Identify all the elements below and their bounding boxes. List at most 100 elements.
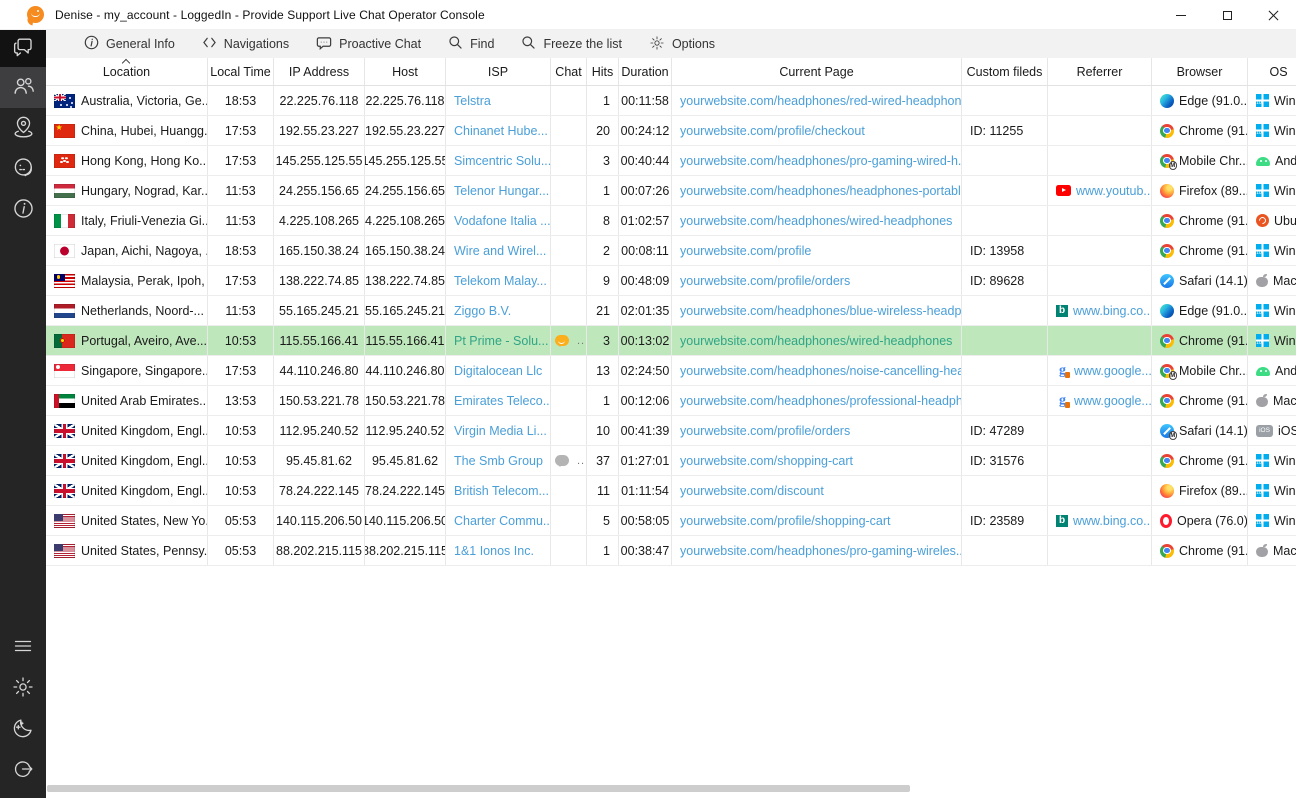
table-row[interactable]: Malaysia, Perak, Ipoh, ...17:53138.222.7… <box>46 266 1296 296</box>
current-page-link[interactable]: yourwebsite.com/headphones/noise-cancell… <box>680 364 962 378</box>
isp-link[interactable]: Wire and Wirel... <box>454 244 546 258</box>
toolbar-item-freeze-the-list[interactable]: Freeze the list <box>521 35 622 53</box>
column-header-current-page[interactable]: Current Page <box>672 58 962 85</box>
host-cell: 95.45.81.62 <box>365 446 446 475</box>
current-page-cell: yourwebsite.com/headphones/blue-wireless… <box>672 296 962 325</box>
ip-address-cell: 115.55.166.41 <box>274 326 365 355</box>
table-row[interactable]: Australia, Victoria, Ge...18:5322.225.76… <box>46 86 1296 116</box>
isp-link[interactable]: The Smb Group <box>454 454 543 468</box>
referrer-cell <box>1048 326 1152 355</box>
referrer-link[interactable]: www.bing.co... <box>1073 514 1152 528</box>
table-row[interactable]: United Kingdom, Engl...10:53112.95.240.5… <box>46 416 1296 446</box>
toolbar-item-options[interactable]: Options <box>649 35 715 54</box>
current-page-link[interactable]: yourwebsite.com/headphones/pro-gaming-wi… <box>680 544 962 558</box>
column-header-local-time[interactable]: Local Time <box>208 58 274 85</box>
sidebar-item-logout[interactable] <box>0 751 46 792</box>
column-header-browser[interactable]: Browser <box>1152 58 1248 85</box>
current-page-link[interactable]: yourwebsite.com/profile/orders <box>680 274 850 288</box>
isp-link[interactable]: Emirates Teleco... <box>454 394 551 408</box>
os-cell: Win <box>1248 116 1296 145</box>
table-row[interactable]: Portugal, Aveiro, Ave...10:53115.55.166.… <box>46 326 1296 356</box>
table-row[interactable]: Italy, Friuli-Venezia Gi...11:534.225.10… <box>46 206 1296 236</box>
table-row[interactable]: Netherlands, Noord-...11:5355.165.245.21… <box>46 296 1296 326</box>
current-page-link[interactable]: yourwebsite.com/shopping-cart <box>680 454 853 468</box>
current-page-link[interactable]: yourwebsite.com/profile/orders <box>680 424 850 438</box>
sidebar-item-geo-location[interactable] <box>0 108 46 149</box>
table-row[interactable]: Japan, Aichi, Nagoya, ...18:53165.150.38… <box>46 236 1296 266</box>
dark-mode-moon-icon <box>11 716 35 745</box>
sidebar-item-dark-mode-moon[interactable] <box>0 710 46 751</box>
toolbar-item-find[interactable]: Find <box>448 35 494 53</box>
current-page-link[interactable]: yourwebsite.com/headphones/wired-headpho… <box>680 334 952 348</box>
current-page-link[interactable]: yourwebsite.com/profile <box>680 244 811 258</box>
table-row[interactable]: Singapore, Singapore...17:5344.110.246.8… <box>46 356 1296 386</box>
toolbar-item-proactive-chat[interactable]: Proactive Chat <box>316 36 421 53</box>
isp-link[interactable]: 1&1 Ionos Inc. <box>454 544 534 558</box>
table-row[interactable]: China, Hubei, Huangg...17:53192.55.23.22… <box>46 116 1296 146</box>
current-page-link[interactable]: yourwebsite.com/headphones/wired-headpho… <box>680 214 952 228</box>
table-row[interactable]: United States, New Yo...05:53140.115.206… <box>46 506 1296 536</box>
column-header-hits[interactable]: Hits <box>587 58 619 85</box>
custom-fields-cell <box>962 296 1048 325</box>
current-page-link[interactable]: yourwebsite.com/headphones/professional-… <box>680 394 962 408</box>
isp-link[interactable]: Charter Commu... <box>454 514 551 528</box>
horizontal-scrollbar-thumb[interactable] <box>47 785 910 792</box>
current-page-link[interactable]: yourwebsite.com/profile/checkout <box>680 124 865 138</box>
column-header-chat[interactable]: Chat <box>551 58 587 85</box>
maximize-button[interactable] <box>1204 0 1250 30</box>
close-button[interactable] <box>1250 0 1296 30</box>
referrer-link[interactable]: www.bing.co... <box>1073 304 1152 318</box>
current-page-link[interactable]: yourwebsite.com/profile/shopping-cart <box>680 514 891 528</box>
minimize-button[interactable] <box>1158 0 1204 30</box>
table-row[interactable]: Hungary, Nograd, Kar...11:5324.255.156.6… <box>46 176 1296 206</box>
sidebar-item-operator[interactable] <box>0 149 46 190</box>
host-cell: 22.225.76.118 <box>365 86 446 115</box>
toolbar-item-general-info[interactable]: General Info <box>84 35 175 53</box>
referrer-link[interactable]: www.google... <box>1074 394 1152 408</box>
firefox-browser-icon <box>1160 484 1174 498</box>
column-header-isp[interactable]: ISP <box>446 58 551 85</box>
isp-link[interactable]: Chinanet Hube... <box>454 124 548 138</box>
table-row[interactable]: Hong Kong, Hong Ko...17:53145.255.125.55… <box>46 146 1296 176</box>
isp-link[interactable]: Digitalocean Llc <box>454 364 542 378</box>
column-header-location[interactable]: Location <box>46 58 208 85</box>
column-header-referrer[interactable]: Referrer <box>1048 58 1152 85</box>
title-bar: Denise - my_account - LoggedIn - Provide… <box>0 0 1296 30</box>
isp-link[interactable]: British Telecom... <box>454 484 549 498</box>
table-row[interactable]: United Kingdom, Engl...10:5378.24.222.14… <box>46 476 1296 506</box>
sidebar-item-info[interactable] <box>0 190 46 231</box>
table-row[interactable]: United States, Pennsy...05:5388.202.215.… <box>46 536 1296 566</box>
current-page-link[interactable]: yourwebsite.com/headphones/pro-gaming-wi… <box>680 154 962 168</box>
table-row[interactable]: United Arab Emirates...13:53150.53.221.7… <box>46 386 1296 416</box>
column-header-duration[interactable]: Duration <box>619 58 672 85</box>
column-header-host[interactable]: Host <box>365 58 446 85</box>
sidebar-item-menu[interactable] <box>0 628 46 669</box>
column-header-ip-address[interactable]: IP Address <box>274 58 365 85</box>
isp-link[interactable]: Virgin Media Li... <box>454 424 547 438</box>
isp-link[interactable]: Telstra <box>454 94 491 108</box>
isp-cell: British Telecom... <box>446 476 551 505</box>
hits-cell: 9 <box>587 266 619 295</box>
sidebar-item-chats[interactable] <box>0 30 46 67</box>
isp-link[interactable]: Telekom Malay... <box>454 274 547 288</box>
toolbar-item-navigations[interactable]: Navigations <box>202 36 289 52</box>
current-page-link[interactable]: yourwebsite.com/headphones/red-wired-hea… <box>680 94 962 108</box>
current-page-link[interactable]: yourwebsite.com/headphones/headphones-po… <box>680 184 962 198</box>
chrome-browser-icon <box>1160 544 1174 558</box>
table-row[interactable]: United Kingdom, Engl...10:5395.45.81.629… <box>46 446 1296 476</box>
isp-link[interactable]: Ziggo B.V. <box>454 304 511 318</box>
sidebar-item-visitors[interactable] <box>0 67 46 108</box>
isp-link[interactable]: Simcentric Solu... <box>454 154 551 168</box>
sidebar-item-settings-gear[interactable] <box>0 669 46 710</box>
referrer-link[interactable]: www.google... <box>1074 364 1152 378</box>
column-header-os[interactable]: OS <box>1248 58 1296 85</box>
apple-mac-os-icon <box>1256 544 1268 558</box>
os-text: Win <box>1274 514 1296 528</box>
isp-link[interactable]: Telenor Hungar... <box>454 184 549 198</box>
isp-link[interactable]: Pt Prime - Solu... <box>454 334 548 348</box>
isp-link[interactable]: Vodafone Italia ... <box>454 214 551 228</box>
current-page-link[interactable]: yourwebsite.com/discount <box>680 484 824 498</box>
current-page-link[interactable]: yourwebsite.com/headphones/blue-wireless… <box>680 304 962 318</box>
column-header-custom-fileds[interactable]: Custom fileds <box>962 58 1048 85</box>
referrer-link[interactable]: www.youtub... <box>1076 184 1152 198</box>
